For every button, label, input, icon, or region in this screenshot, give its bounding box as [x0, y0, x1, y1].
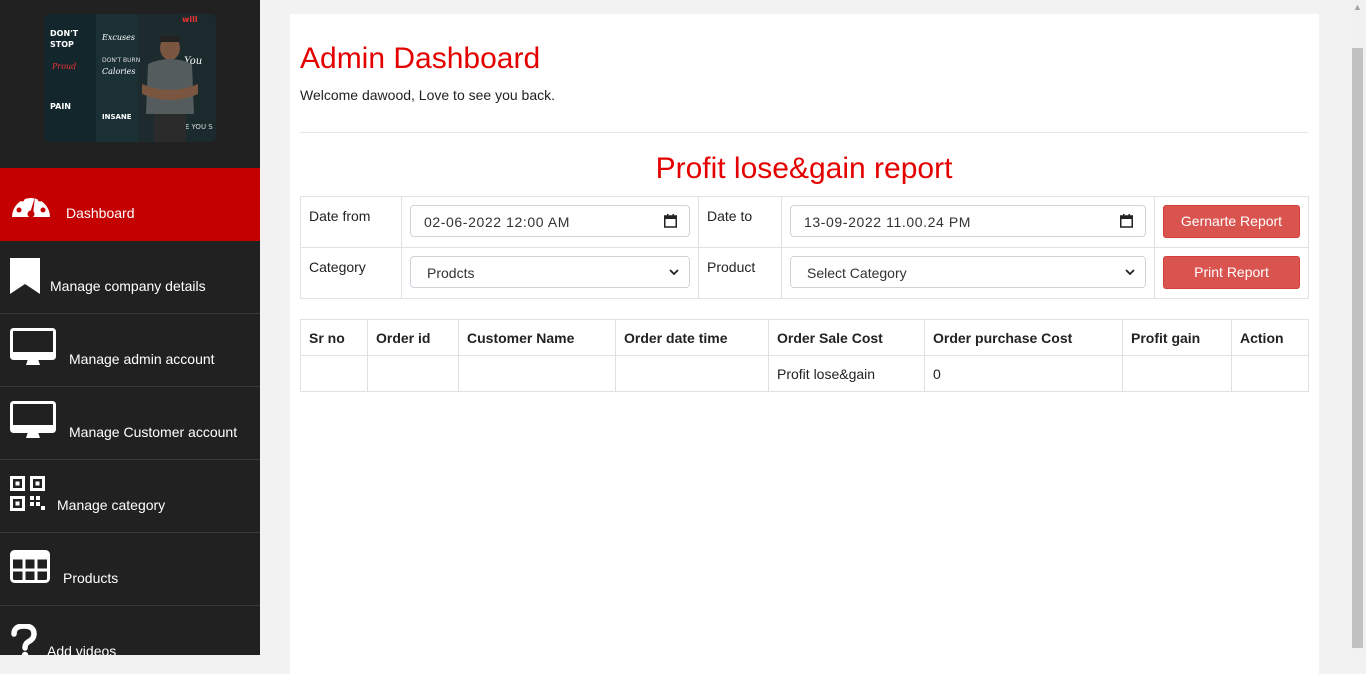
monitor-icon	[10, 401, 56, 438]
sidebar-item-category[interactable]: Manage category	[0, 460, 260, 533]
report-title: Profit lose&gain report	[655, 152, 953, 185]
svg-text:PAIN: PAIN	[50, 102, 71, 111]
svg-text:DON'T: DON'T	[50, 29, 79, 38]
scroll-up-arrow-icon[interactable]: ▲	[1352, 2, 1363, 16]
chevron-down-icon	[669, 269, 679, 276]
sidebar-item-label: Manage category	[57, 497, 166, 513]
sidebar-item-label: Products	[63, 570, 119, 586]
sidebar-item-add-videos[interactable]: Add videos	[0, 606, 260, 655]
sidebar-item-customer-account[interactable]: Manage Customer account	[0, 387, 260, 460]
svg-text:Proud: Proud	[51, 62, 76, 71]
date-to-label: Date to	[707, 208, 753, 224]
question-icon	[11, 624, 37, 655]
category-selected-value: Prodcts	[427, 265, 475, 281]
sidebar-item-dashboard[interactable]: Dashboard	[0, 168, 260, 241]
sidebar-item-label: Manage Customer account	[69, 424, 238, 440]
calendar-icon[interactable]	[1120, 214, 1133, 228]
column-header: Order purchase Cost	[924, 319, 1123, 356]
profile-banner-image: DON'T STOP Proud PAIN Excuses DON'T BURN…	[44, 14, 216, 142]
date-to-input[interactable]: 13-09-2022 11.00.24 PM	[790, 205, 1146, 237]
calendar-icon[interactable]	[664, 214, 677, 228]
report-table: Sr no Order id Customer Name Order date …	[300, 319, 1309, 392]
page-title: Admin Dashboard	[300, 42, 541, 75]
product-select[interactable]: Select Category	[790, 256, 1146, 288]
gauge-icon	[12, 191, 50, 218]
svg-text:Excuses: Excuses	[101, 33, 135, 42]
table-row: Profit lose&gain 0	[300, 355, 1309, 392]
welcome-message: Welcome dawood, Love to see you back.	[300, 87, 556, 103]
column-header: Order id	[367, 319, 459, 356]
scrollbar-thumb[interactable]	[1352, 48, 1363, 648]
monitor-icon	[10, 328, 56, 365]
generate-report-button[interactable]: Gernarte Report	[1163, 205, 1300, 238]
date-from-input[interactable]: 02-06-2022 12:00 AM	[410, 205, 690, 237]
svg-text:will: will	[182, 15, 198, 24]
report-filter-form: Date from 02-06-2022 12:00 AM Date to 13…	[300, 196, 1309, 299]
date-to-value: 13-09-2022 11.00.24 PM	[804, 214, 972, 230]
grid-icon	[10, 550, 50, 583]
sidebar-item-products[interactable]: Products	[0, 533, 260, 606]
sidebar-item-label: Add videos	[47, 643, 117, 655]
sidebar-item-label: Manage admin account	[69, 351, 215, 367]
print-report-button[interactable]: Print Report	[1163, 256, 1300, 289]
table-cell: Profit lose&gain	[768, 355, 925, 392]
svg-text:INSANE: INSANE	[102, 113, 132, 121]
svg-text:STOP: STOP	[50, 40, 74, 49]
svg-text:Calories: Calories	[102, 67, 136, 76]
category-label: Category	[309, 259, 366, 275]
divider	[300, 132, 1308, 133]
column-header: Order date time	[615, 319, 769, 356]
product-label: Product	[707, 259, 756, 275]
date-from-value: 02-06-2022 12:00 AM	[424, 214, 571, 230]
product-selected-value: Select Category	[807, 265, 907, 281]
table-cell	[458, 355, 616, 392]
bookmark-icon	[10, 258, 40, 294]
column-header: Order Sale Cost	[768, 319, 925, 356]
svg-text:DON'T BURN: DON'T BURN	[102, 57, 140, 64]
column-header: Profit gain	[1122, 319, 1232, 356]
column-header: Action	[1231, 319, 1309, 356]
category-select[interactable]: Prodcts	[410, 256, 690, 288]
sidebar-item-admin-account[interactable]: Manage admin account	[0, 314, 260, 387]
sidebar-item-company-details[interactable]: Manage company details	[0, 241, 260, 314]
chevron-down-icon	[1125, 269, 1135, 276]
sidebar-item-label: Dashboard	[66, 205, 135, 221]
table-cell	[367, 355, 459, 392]
main-content: Admin Dashboard Welcome dawood, Love to …	[290, 14, 1319, 674]
sidebar: DON'T STOP Proud PAIN Excuses DON'T BURN…	[0, 0, 260, 655]
table-cell	[1231, 355, 1309, 392]
column-header: Sr no	[300, 319, 368, 356]
table-cell	[300, 355, 368, 392]
column-header: Customer Name	[458, 319, 616, 356]
table-cell	[615, 355, 769, 392]
table-cell	[1122, 355, 1232, 392]
date-from-label: Date from	[309, 208, 371, 224]
table-header-row: Sr no Order id Customer Name Order date …	[300, 319, 1309, 356]
table-cell: 0	[924, 355, 1123, 392]
qr-code-icon	[10, 476, 45, 511]
sidebar-item-label: Manage company details	[50, 278, 206, 294]
